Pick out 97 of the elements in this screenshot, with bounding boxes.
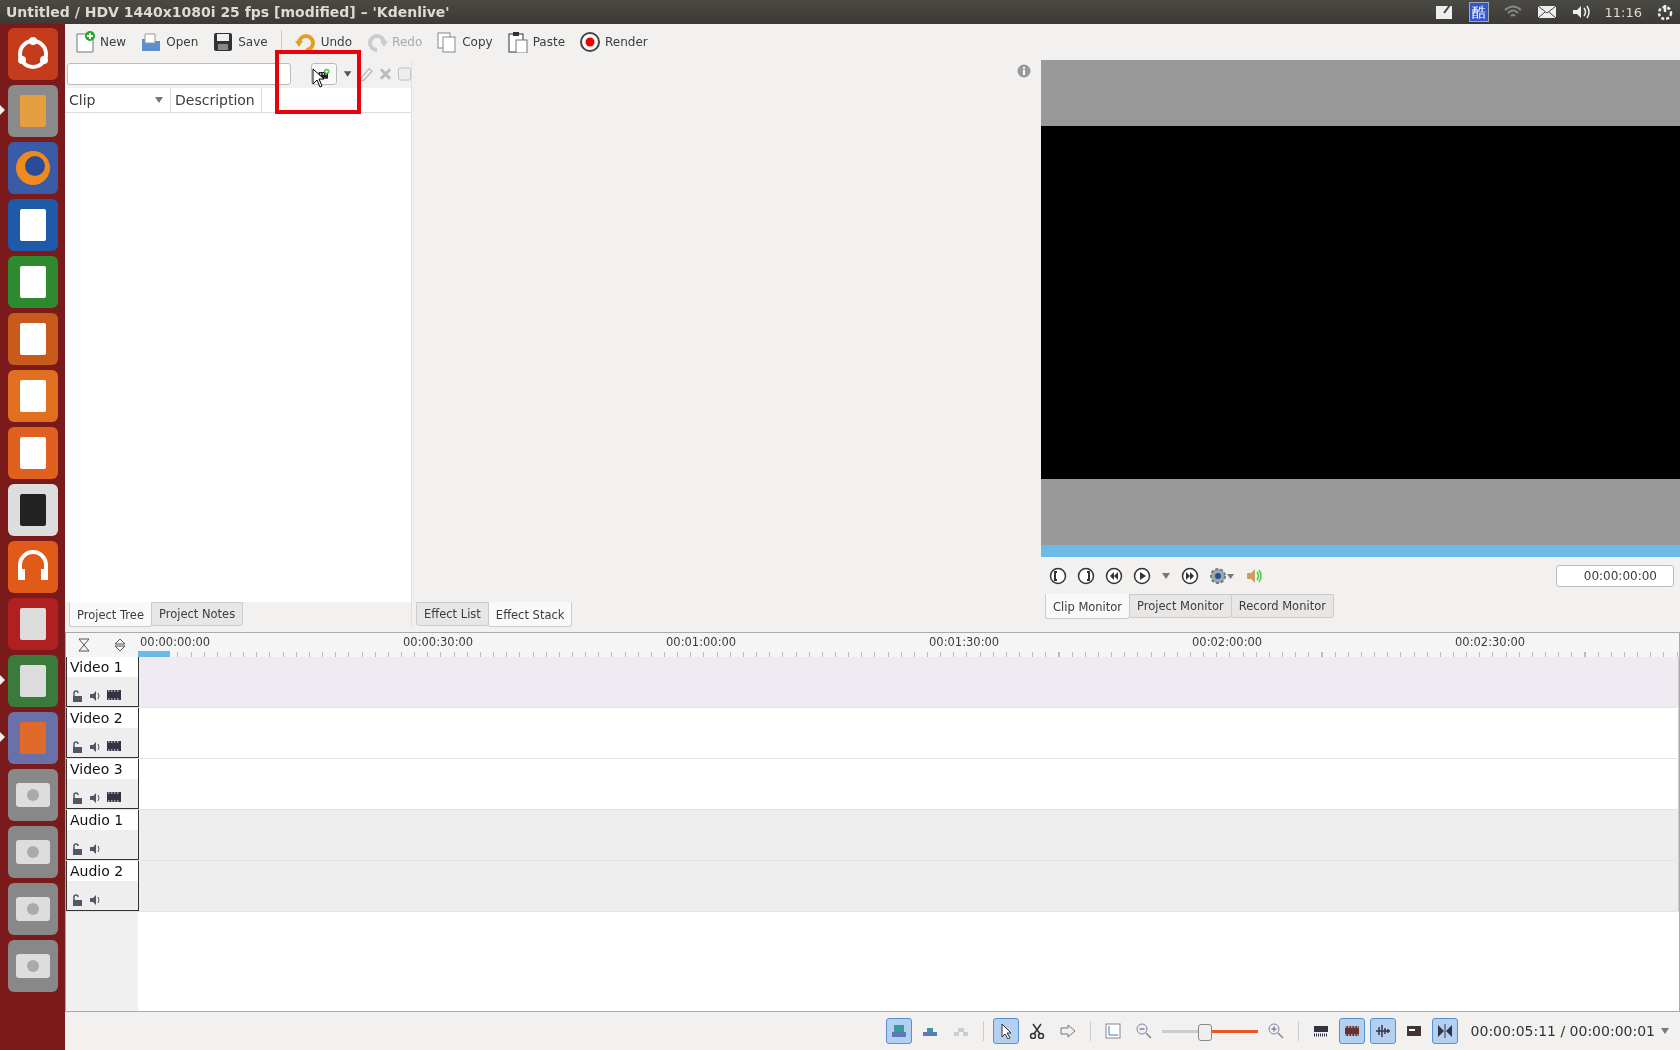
- hard-drive-icon[interactable]: [7, 940, 58, 992]
- waveform-icon: [1374, 1023, 1391, 1039]
- speaker-icon[interactable]: [89, 894, 101, 906]
- ruler-label: 00:02:00:00: [1192, 635, 1263, 649]
- panel-tab[interactable]: Project Tree: [69, 602, 152, 627]
- track-header[interactable]: Audio 1: [66, 810, 139, 860]
- lock-icon[interactable]: [71, 690, 83, 702]
- toolbar-toggle[interactable]: [1338, 1018, 1365, 1044]
- caret-icon[interactable]: [1660, 1027, 1670, 1035]
- panel-tab[interactable]: Record Monitor: [1230, 594, 1334, 618]
- rewind-icon[interactable]: [1105, 566, 1123, 585]
- column-header[interactable]: Clip: [65, 88, 171, 112]
- mail-icon[interactable]: [1536, 3, 1557, 21]
- fit-zoom-icon: [1104, 1023, 1121, 1039]
- lock-icon[interactable]: [71, 792, 83, 804]
- time-ruler[interactable]: 00:00:00:00 00:00:30:00 00:01:00:00 00:01:30:00 00:02:00:00 00:02:30:00: [138, 633, 1679, 657]
- volume-icon[interactable]: [1570, 3, 1591, 21]
- lock-icon[interactable]: [71, 843, 83, 855]
- hard-drive-icon[interactable]: [7, 826, 58, 878]
- scissors-icon: [1028, 1023, 1045, 1039]
- play-icon[interactable]: [1133, 566, 1151, 585]
- clock[interactable]: 11:16: [1604, 4, 1642, 20]
- gear-menu-icon[interactable]: [1209, 566, 1235, 585]
- toolbar-toggle[interactable]: [992, 1018, 1019, 1044]
- ruler-label: 00:00:30:00: [403, 635, 474, 649]
- speaker-icon[interactable]: [89, 792, 101, 804]
- caret-icon[interactable]: [1161, 571, 1171, 580]
- toolbar-toggle[interactable]: [1431, 1018, 1458, 1044]
- ubuntu-logo-icon[interactable]: [7, 28, 58, 80]
- slider-thumb[interactable]: [1197, 1023, 1212, 1041]
- search-field[interactable]: [67, 63, 291, 85]
- collapse-tracks-icon[interactable]: [78, 638, 90, 652]
- track-name: Audio 1: [67, 810, 138, 830]
- toolbar-toggle[interactable]: [1369, 1018, 1396, 1044]
- render-button[interactable]: Render: [574, 29, 653, 55]
- record-icon: [579, 31, 602, 53]
- forward-icon[interactable]: [1181, 566, 1199, 585]
- toolbar-toggle[interactable]: [885, 1018, 912, 1044]
- track-name: Video 2: [67, 708, 138, 728]
- new-document-icon: [74, 31, 96, 53]
- window-title: Untitled / HDV 1440x1080i 25 fps [modified] – 'Kdenlive': [6, 4, 451, 20]
- panel-tab[interactable]: Effect Stack: [487, 602, 573, 627]
- zoom-out-icon: [1135, 1023, 1152, 1039]
- caret-icon[interactable]: [342, 70, 353, 78]
- zoom-in-icon: [1267, 1023, 1284, 1039]
- info-icon[interactable]: [1017, 64, 1031, 78]
- speaker-icon[interactable]: [89, 843, 101, 855]
- zoom-slider[interactable]: [1161, 1023, 1258, 1039]
- track-name: Video 3: [67, 759, 138, 779]
- expand-tracks-icon[interactable]: [114, 638, 126, 652]
- redo-arrow-icon: [366, 31, 389, 53]
- hard-drive-icon[interactable]: [7, 769, 58, 821]
- globe-icon[interactable]: [7, 142, 58, 194]
- timecode-field[interactable]: 00:00:00:00: [1556, 564, 1674, 587]
- hard-drive-icon[interactable]: [7, 883, 58, 935]
- new-button[interactable]: New: [69, 29, 132, 55]
- lock-icon[interactable]: [71, 894, 83, 906]
- panel-tab[interactable]: Project Monitor: [1129, 594, 1232, 618]
- ruler-label: 00:00:00:00: [140, 635, 211, 649]
- ruler-label: 00:02:30:00: [1455, 635, 1526, 649]
- copy-button[interactable]: Copy: [431, 29, 498, 55]
- snap-icon: [1436, 1023, 1453, 1039]
- track-header[interactable]: Audio 2: [66, 861, 139, 911]
- open-button[interactable]: Open: [135, 29, 204, 55]
- lock-icon[interactable]: [71, 741, 83, 753]
- input-method-indicator[interactable]: 酷: [1468, 2, 1489, 22]
- spacer-tool-icon: [1059, 1023, 1076, 1039]
- sort-caret-icon[interactable]: [154, 96, 164, 104]
- track-header[interactable]: Video 3: [66, 759, 139, 809]
- power-icon[interactable]: [1656, 3, 1674, 21]
- out-point-icon[interactable]: [1077, 566, 1095, 585]
- undo-arrow-icon: [294, 31, 317, 53]
- undo-button[interactable]: Undo: [289, 29, 358, 55]
- in-point-icon[interactable]: [1049, 566, 1067, 585]
- copy-icon: [436, 31, 459, 53]
- marker-icon: [1405, 1023, 1422, 1039]
- folder-icon: [140, 31, 163, 53]
- timecode: 00:00:05:11 / 00:00:00:01: [1470, 1023, 1655, 1039]
- speaker-icon[interactable]: [89, 741, 101, 753]
- normal-mode-icon: [890, 1023, 907, 1039]
- panel-tab[interactable]: Effect List: [416, 602, 489, 626]
- column-header[interactable]: Description: [171, 88, 262, 112]
- notepad-icon[interactable]: [1434, 3, 1455, 21]
- track-header[interactable]: Video 2: [66, 708, 139, 758]
- track-name: Video 1: [67, 657, 138, 677]
- clipboard-icon: [506, 31, 529, 53]
- track-name: Audio 2: [67, 861, 138, 881]
- ruler-label: 00:01:30:00: [929, 635, 1000, 649]
- speaker-icon[interactable]: [89, 690, 101, 702]
- headphones-icon[interactable]: [7, 541, 58, 593]
- paste-button[interactable]: Paste: [501, 29, 571, 55]
- panel-tab[interactable]: Project Notes: [150, 602, 244, 626]
- save-button[interactable]: Save: [207, 29, 273, 55]
- zone-marker[interactable]: [138, 651, 170, 657]
- ruler-label: 00:01:00:00: [666, 635, 737, 649]
- track-header[interactable]: Video 1: [66, 657, 139, 707]
- panel-tab[interactable]: Clip Monitor: [1045, 594, 1131, 619]
